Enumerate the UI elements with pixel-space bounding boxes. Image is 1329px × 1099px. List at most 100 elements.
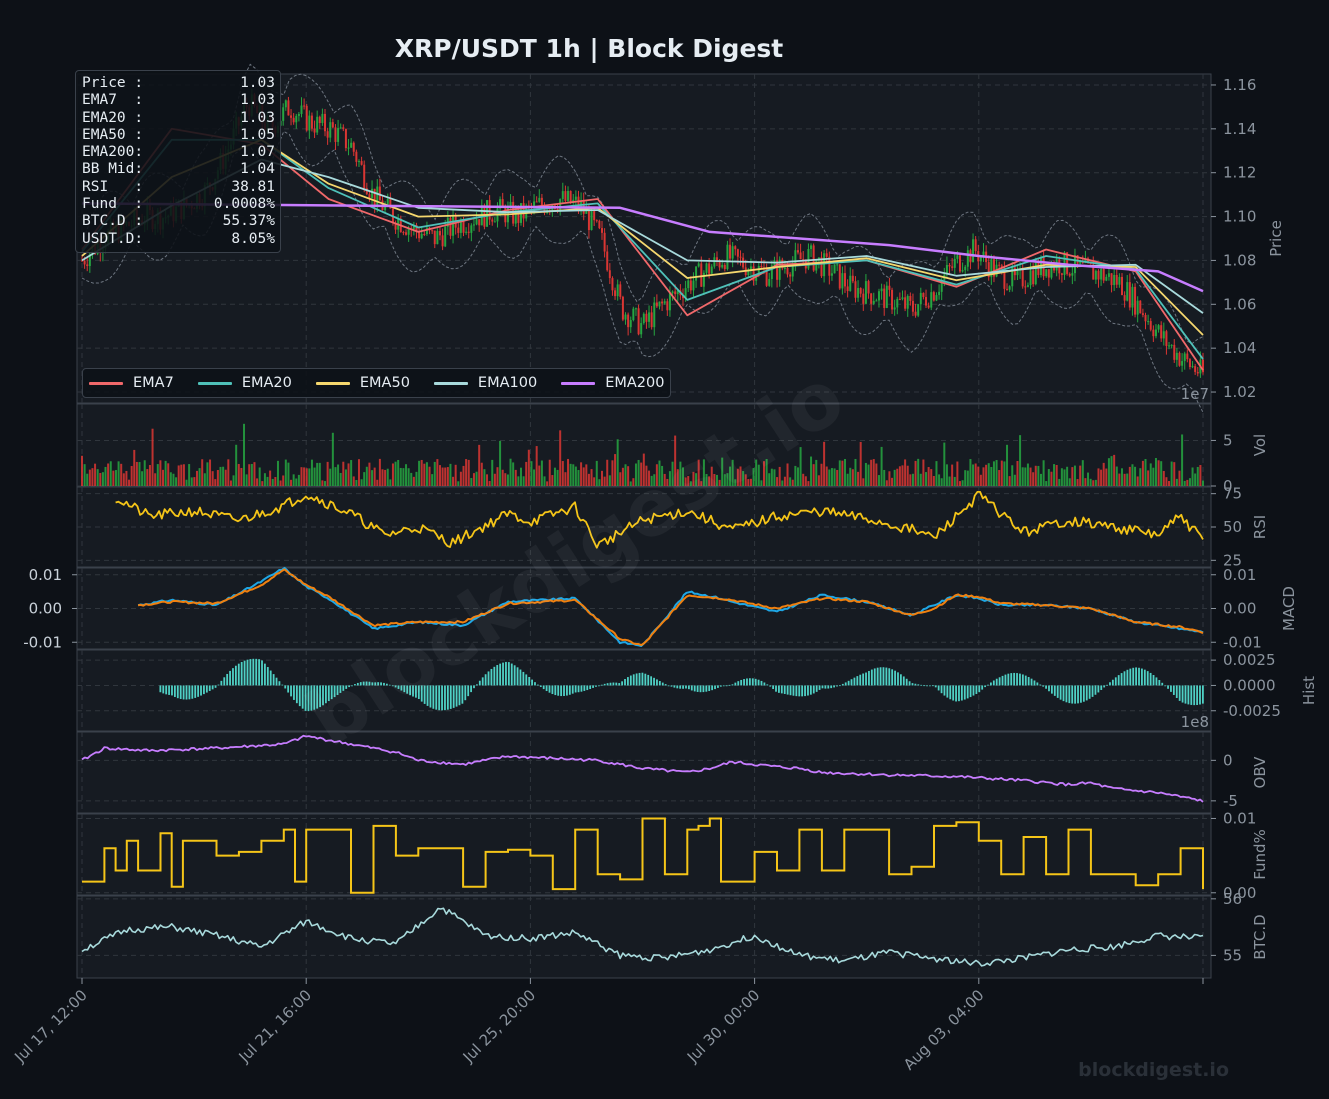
volume-bar (391, 463, 394, 486)
candle-body (574, 196, 577, 200)
volume-bar (859, 441, 862, 486)
hist-bar (525, 674, 528, 686)
hist-bar (226, 673, 229, 686)
volume-bar (146, 469, 149, 486)
candle-body (1160, 325, 1163, 339)
candle-body (768, 279, 771, 286)
volume-bar (397, 459, 400, 486)
hist-bar (234, 665, 237, 686)
hist-bar (943, 685, 946, 696)
hist-bar (1048, 685, 1050, 692)
volume-bar (830, 468, 833, 486)
volume-bar (992, 461, 995, 486)
volume-bar (810, 456, 813, 486)
volume-bar (1047, 469, 1050, 486)
y-axis-label: MACD (1280, 586, 1298, 631)
hist-bar (984, 685, 987, 688)
candle-body (467, 231, 470, 233)
volume-bar (1118, 473, 1121, 486)
candle-body (927, 305, 930, 308)
candle-body (883, 288, 886, 308)
hist-bar (1068, 685, 1071, 704)
volume-bar (849, 467, 852, 486)
candle-body (710, 266, 713, 274)
volume-bar (517, 476, 520, 486)
volume-bar (274, 477, 277, 486)
y-tick-label: 1.10 (1223, 208, 1256, 226)
volume-bar (977, 466, 980, 486)
hist-bar (830, 685, 833, 689)
candle-body (810, 245, 813, 249)
volume-bar (431, 474, 434, 486)
candle-body (433, 230, 436, 245)
volume-bar (107, 463, 110, 486)
volume-bar (316, 462, 319, 486)
candle-body (1175, 352, 1178, 360)
candle-body (1094, 270, 1097, 280)
y-tick-label: 55 (1223, 946, 1242, 964)
candle-body (851, 275, 854, 282)
volume-bar (96, 469, 99, 486)
hist-bar (499, 663, 502, 686)
hist-bar (568, 685, 571, 695)
hist-bar (1013, 672, 1016, 686)
volume-bar (585, 464, 588, 486)
hist-bar (592, 685, 594, 688)
candle-body (608, 270, 611, 279)
hist-bar (940, 685, 943, 694)
candle-body (857, 288, 860, 298)
candle-body (917, 304, 920, 316)
hist-bar (1103, 685, 1106, 688)
volume-bar (1134, 466, 1137, 486)
volume-bar (1113, 454, 1116, 486)
volume-bar (1097, 468, 1100, 486)
candle-body (1016, 270, 1019, 276)
volume-bar (88, 469, 91, 486)
hist-bar (824, 685, 827, 689)
hist-bar (1050, 685, 1053, 694)
candle-body (308, 115, 311, 131)
volume-bar (177, 465, 180, 486)
hist-bar (804, 685, 806, 697)
volume-bar (540, 460, 543, 486)
volume-bar (201, 459, 204, 486)
hist-bar (911, 683, 914, 686)
candle-body (1013, 267, 1016, 276)
hist-bar (862, 673, 865, 686)
hist-bar (545, 685, 548, 692)
hist-bar (754, 678, 757, 686)
candle-body (812, 245, 815, 271)
volume-bar (551, 475, 554, 486)
volume-bar (175, 477, 178, 486)
hist-bar (699, 685, 702, 693)
hist-bar (722, 685, 725, 687)
hist-bar (946, 685, 949, 698)
candle-body (789, 274, 792, 277)
candle-body (783, 268, 786, 270)
hist-bar (1141, 668, 1143, 686)
hist-bar (847, 680, 850, 686)
volume-bar (1019, 435, 1022, 486)
volume-bar (261, 481, 264, 486)
volume-bar (224, 469, 227, 486)
y-tick-label: 0.00 (1223, 600, 1256, 618)
hist-bar (624, 679, 626, 686)
hist-bar (560, 685, 563, 697)
hist-bar (644, 673, 647, 686)
volume-bar (1154, 458, 1157, 486)
volume-bar (514, 469, 517, 486)
hist-bar (1056, 685, 1059, 698)
volume-bar (355, 479, 358, 486)
candle-body (1152, 329, 1155, 337)
candle-body (1113, 274, 1116, 286)
candle-body (475, 219, 478, 225)
hist-bar (1193, 685, 1196, 706)
volume-bar (491, 459, 494, 486)
info-label: Price : (82, 75, 144, 91)
candle-body (859, 288, 862, 294)
y-tick-label: 56 (1223, 890, 1242, 908)
hist-bar (1143, 669, 1146, 686)
hist-bar (748, 678, 751, 686)
candle-body (295, 115, 298, 123)
volume-bar (567, 458, 570, 486)
